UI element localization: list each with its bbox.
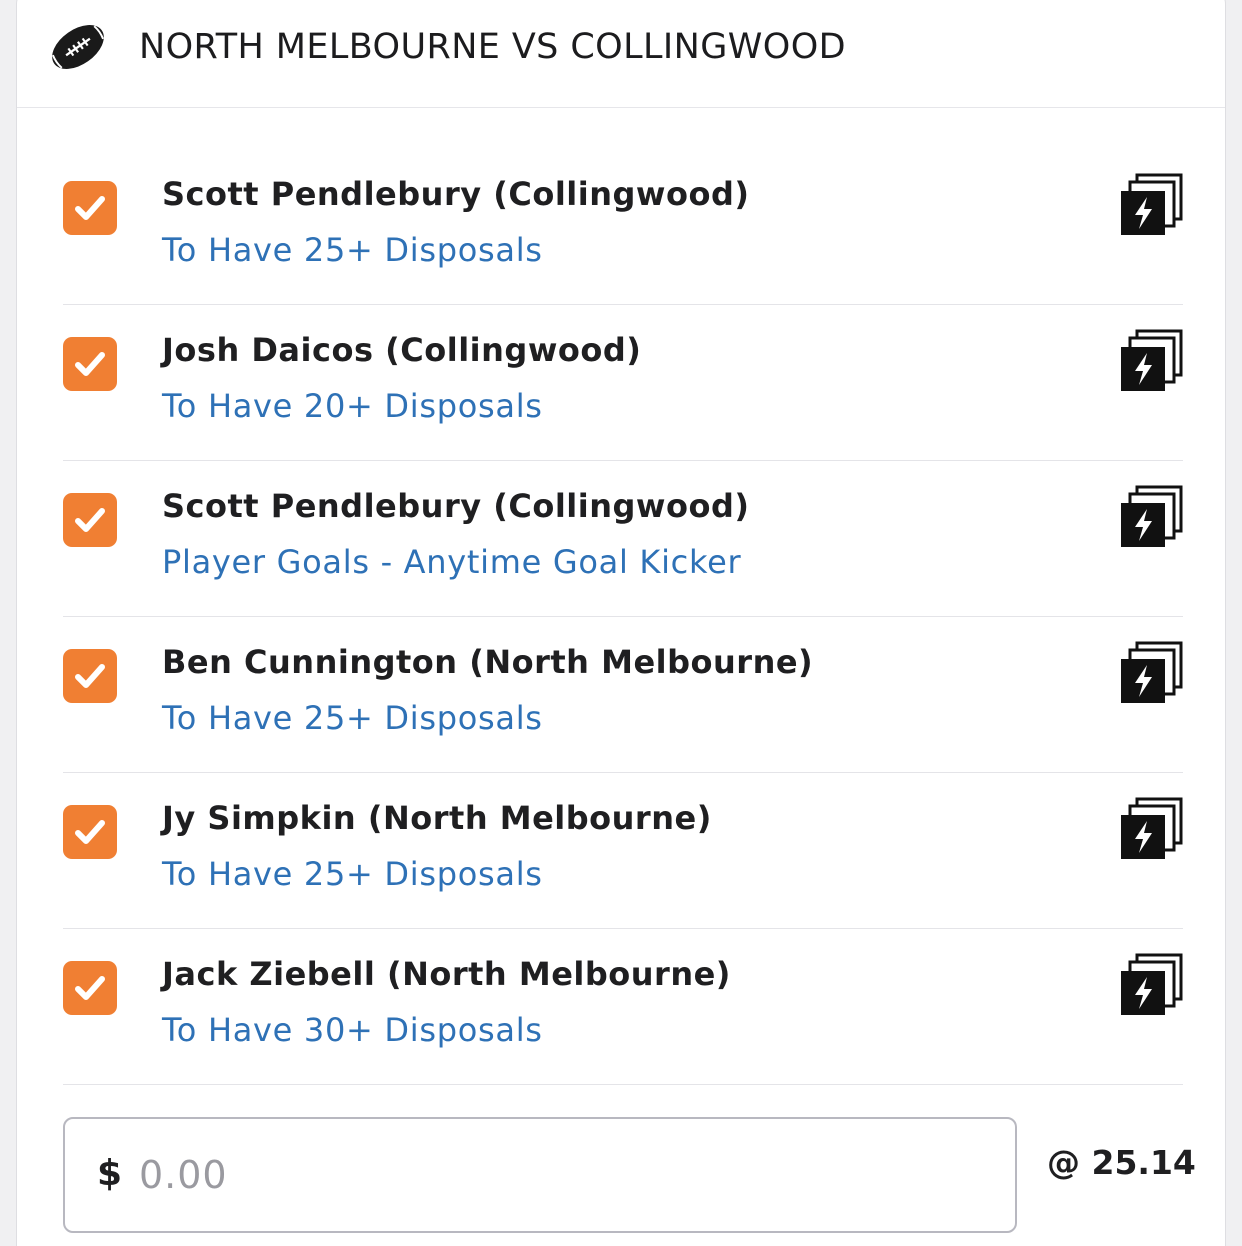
checkmark-icon	[75, 352, 105, 376]
same-game-multi-icon[interactable]	[1119, 797, 1183, 861]
player-name: Scott Pendlebury (Collingwood)	[162, 487, 750, 525]
odds-label: @ 25.14	[1047, 1143, 1196, 1182]
stake-input[interactable]	[139, 1145, 979, 1205]
divider	[63, 1084, 1183, 1085]
stake-field[interactable]: $	[63, 1117, 1017, 1233]
bet-leg: Ben Cunnington (North Melbourne) To Have…	[63, 617, 1183, 773]
player-name: Jy Simpkin (North Melbourne)	[162, 799, 712, 837]
market-link[interactable]: To Have 30+ Disposals	[162, 1011, 543, 1049]
market-link[interactable]: To Have 20+ Disposals	[162, 387, 543, 425]
bet-leg: Josh Daicos (Collingwood) To Have 20+ Di…	[63, 305, 1183, 461]
leg-checkbox[interactable]	[63, 961, 117, 1015]
leg-checkbox[interactable]	[63, 181, 117, 235]
bet-leg: Jy Simpkin (North Melbourne) To Have 25+…	[63, 773, 1183, 929]
market-link[interactable]: To Have 25+ Disposals	[162, 231, 543, 269]
same-game-multi-icon[interactable]	[1119, 173, 1183, 237]
same-game-multi-icon[interactable]	[1119, 953, 1183, 1017]
match-header: NORTH MELBOURNE VS COLLINGWOOD	[17, 1, 1225, 108]
leg-checkbox[interactable]	[63, 649, 117, 703]
bet-leg: Scott Pendlebury (Collingwood) To Have 2…	[63, 149, 1183, 305]
football-icon	[52, 25, 104, 69]
leg-checkbox[interactable]	[63, 493, 117, 547]
bet-card: NORTH MELBOURNE VS COLLINGWOOD Scott Pen…	[16, 0, 1226, 1246]
market-link[interactable]: Player Goals - Anytime Goal Kicker	[162, 543, 741, 581]
checkmark-icon	[75, 664, 105, 688]
player-name: Jack Ziebell (North Melbourne)	[162, 955, 731, 993]
match-title: NORTH MELBOURNE VS COLLINGWOOD	[139, 27, 846, 67]
checkmark-icon	[75, 820, 105, 844]
checkmark-icon	[75, 508, 105, 532]
same-game-multi-icon[interactable]	[1119, 641, 1183, 705]
same-game-multi-icon[interactable]	[1119, 485, 1183, 549]
market-link[interactable]: To Have 25+ Disposals	[162, 855, 543, 893]
same-game-multi-icon[interactable]	[1119, 329, 1183, 393]
player-name: Scott Pendlebury (Collingwood)	[162, 175, 750, 213]
leg-checkbox[interactable]	[63, 805, 117, 859]
bet-leg: Jack Ziebell (North Melbourne) To Have 3…	[63, 929, 1183, 1085]
player-name: Ben Cunnington (North Melbourne)	[162, 643, 814, 681]
market-link[interactable]: To Have 25+ Disposals	[162, 699, 543, 737]
currency-symbol: $	[97, 1153, 123, 1194]
bet-leg: Scott Pendlebury (Collingwood) Player Go…	[63, 461, 1183, 617]
checkmark-icon	[75, 196, 105, 220]
player-name: Josh Daicos (Collingwood)	[162, 331, 642, 369]
leg-checkbox[interactable]	[63, 337, 117, 391]
checkmark-icon	[75, 976, 105, 1000]
